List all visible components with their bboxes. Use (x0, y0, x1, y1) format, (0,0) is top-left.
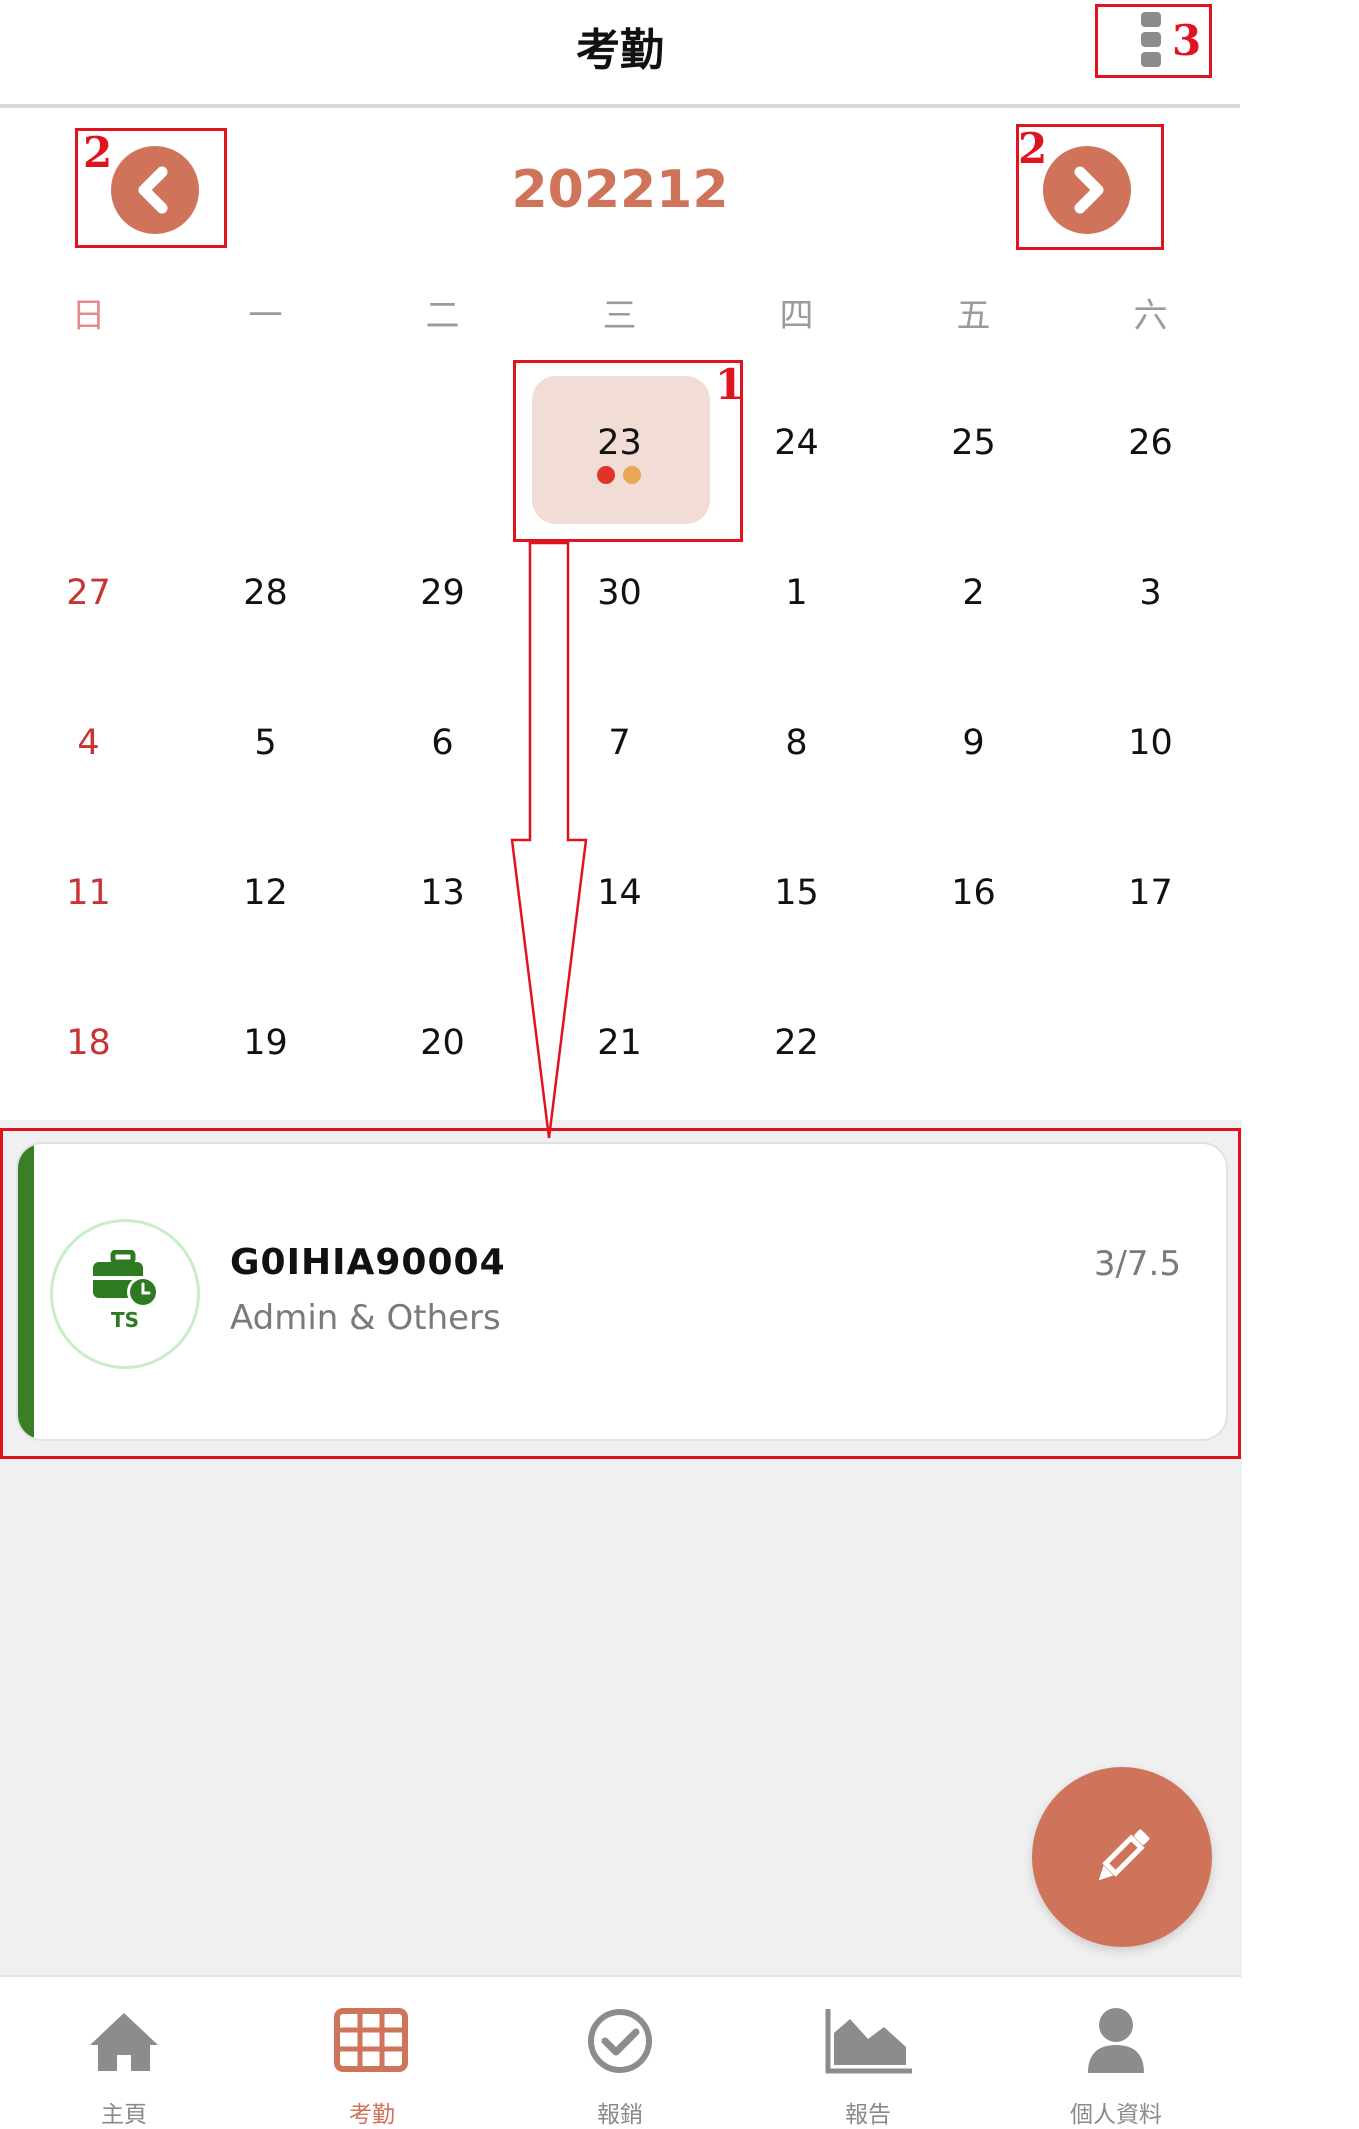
annotation-arrow (510, 541, 588, 1139)
annotation-number-1: 1 (715, 360, 745, 409)
annotation-number-3: 3 (1172, 16, 1202, 65)
annotation-number-2-right: 2 (1018, 124, 1048, 173)
annotation-number-2-left: 2 (83, 128, 113, 177)
